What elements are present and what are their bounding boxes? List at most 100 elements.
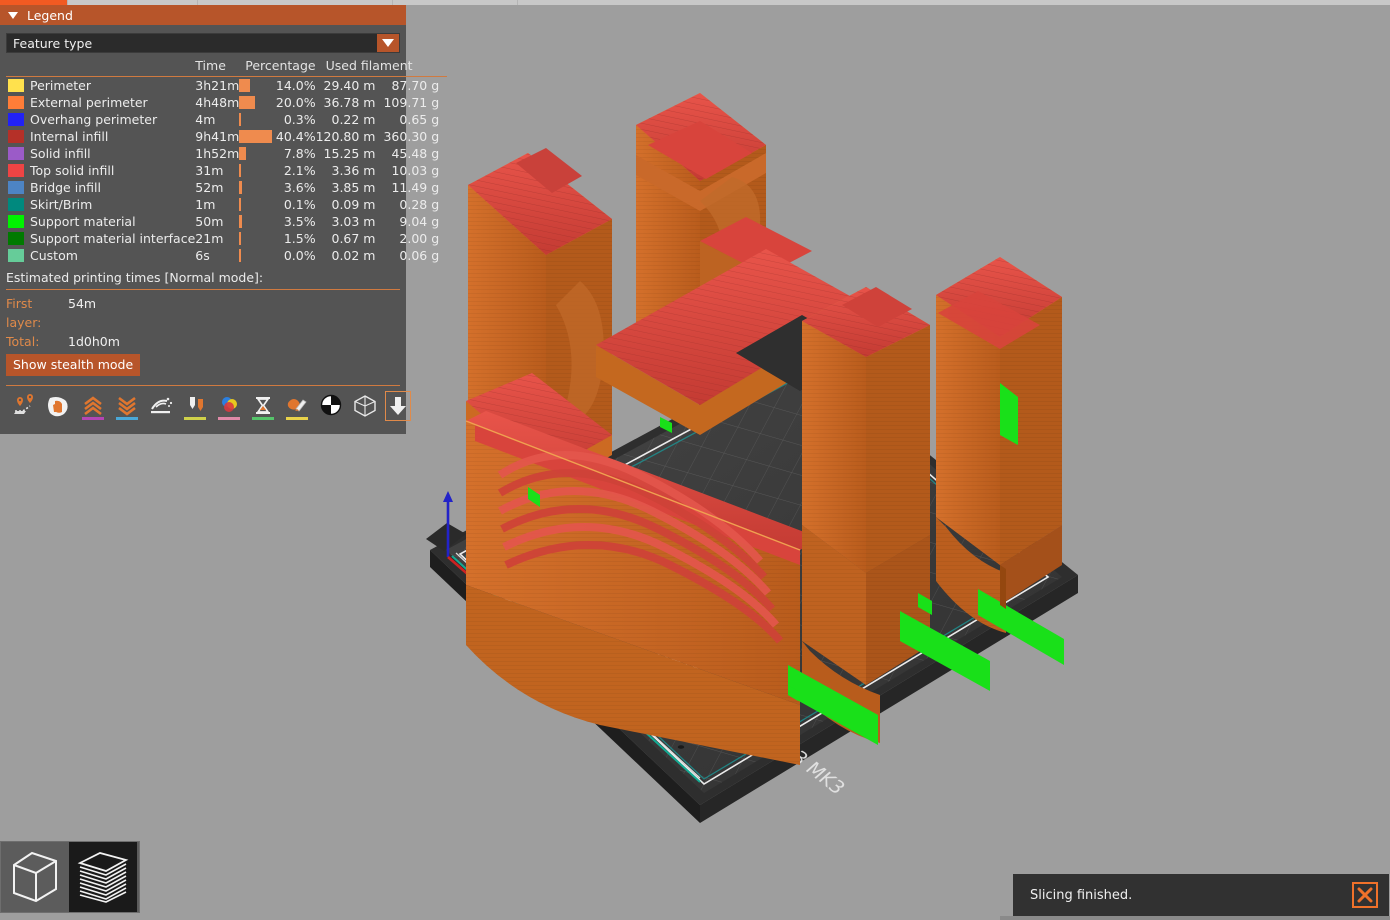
feature-time: 31m: [195, 163, 224, 178]
feature-time: 4m: [195, 112, 216, 127]
tool-changes-underline: [184, 417, 206, 420]
feature-percent-bar: [239, 94, 273, 111]
col-color: [6, 57, 24, 77]
travel-paths-icon[interactable]: [12, 392, 38, 420]
percent-bar-fill: [239, 79, 251, 92]
feature-percent-bar: [239, 162, 273, 179]
feature-time: 50m: [195, 214, 224, 229]
feature-percent-bar: [239, 213, 273, 230]
feature-label: Overhang perimeter: [30, 112, 158, 127]
feature-length: 36.78 m: [323, 95, 376, 110]
feature-weight: 2.00 g: [399, 231, 440, 246]
extrusions-up-underline: [82, 417, 104, 420]
feature-length: 0.22 m: [331, 112, 376, 127]
chevron-down-icon[interactable]: [377, 34, 399, 52]
feature-weight: 0.06 g: [399, 248, 440, 263]
shells-icon[interactable]: [148, 392, 174, 420]
legend-row[interactable]: Solid infill 1h52m 7.8% 15.25 m 45.48 g: [6, 145, 447, 162]
legend-row[interactable]: Support material 50m 3.5% 3.03 m 9.04 g: [6, 213, 447, 230]
feature-percent: 2.1%: [283, 163, 316, 178]
legend-row[interactable]: Support material interface 21m 1.5% 0.67 m 2…: [6, 230, 447, 247]
feature-percent-bar: [239, 196, 273, 213]
custom-gcodes-icon[interactable]: [284, 392, 310, 420]
feature-time: 3h21m: [195, 78, 240, 93]
feature-label: Perimeter: [30, 78, 91, 93]
legend-row[interactable]: Top solid infill 31m 2.1% 3.36 m 10.03 g: [6, 162, 447, 179]
view-type-value: Feature type: [13, 35, 93, 51]
tower-center-right: [802, 287, 930, 573]
feature-length: 29.40 m: [323, 78, 376, 93]
feature-percent: 0.0%: [283, 248, 316, 263]
feature-weight: 0.65 g: [399, 112, 440, 127]
feature-color-swatch: [6, 94, 24, 111]
feature-weight: 109.71 g: [383, 95, 440, 110]
feature-percent: 0.3%: [283, 112, 316, 127]
color-chip: [8, 96, 24, 109]
feature-length: 3.36 m: [331, 163, 376, 178]
retractions-icon[interactable]: [46, 392, 72, 420]
first-layer-row: First layer: 54m: [6, 294, 400, 332]
percent-bar-fill: [239, 215, 243, 228]
col-time: Time: [195, 58, 226, 73]
preview-view-button[interactable]: [69, 842, 137, 912]
feature-length: 0.67 m: [331, 231, 376, 246]
legend-header[interactable]: Legend: [0, 5, 406, 25]
percent-bar-fill: [239, 164, 242, 177]
col-used-filament: Used filament: [325, 58, 413, 73]
legend-row[interactable]: External perimeter 4h48m 20.0% 36.78 m 109.7…: [6, 94, 447, 111]
extrusions-up-icon[interactable]: [80, 392, 106, 420]
legend-row[interactable]: Custom 6s 0.0% 0.02 m 0.06 g: [6, 247, 447, 264]
close-x-icon[interactable]: [1352, 882, 1378, 908]
col-percentage: Percentage: [245, 58, 316, 73]
feature-percent: 40.4%: [275, 129, 316, 144]
feature-percent-bar: [239, 179, 273, 196]
color-chip: [8, 198, 24, 211]
view-type-select[interactable]: Feature type: [6, 33, 400, 53]
color-chip: [8, 215, 24, 228]
total-value: 1d0h0m: [68, 334, 120, 349]
legend-row[interactable]: Overhang perimeter 4m 0.3% 0.22 m 0.65 g: [6, 111, 447, 128]
feature-color-swatch: [6, 111, 24, 128]
feature-weight: 360.30 g: [383, 129, 440, 144]
feature-percent: 3.6%: [283, 180, 316, 195]
feature-percent-bar: [239, 77, 273, 95]
feature-color-swatch: [6, 128, 24, 145]
color-changes-icon[interactable]: [216, 392, 242, 420]
legend-rows: Perimeter 3h21m 14.0% 29.40 m 87.70 g Externa…: [6, 77, 447, 265]
legend-row[interactable]: Skirt/Brim 1m 0.1% 0.09 m 0.28 g: [6, 196, 447, 213]
feature-length: 0.09 m: [331, 197, 376, 212]
wireframe-cube-icon[interactable]: [352, 392, 378, 420]
triangle-down-icon[interactable]: [8, 11, 18, 19]
feature-length: 3.03 m: [331, 214, 376, 229]
color-chip: [8, 181, 24, 194]
percent-bar-fill: [239, 232, 242, 245]
feature-percent: 7.8%: [283, 146, 316, 161]
feature-label: Solid infill: [30, 146, 91, 161]
extrusions-down-icon[interactable]: [114, 392, 140, 420]
shells-contrast-icon[interactable]: [318, 392, 344, 420]
percent-bar-fill: [239, 249, 242, 262]
legend-row[interactable]: Bridge infill 52m 3.6% 3.85 m 11.49 g: [6, 179, 447, 196]
feature-time: 1m: [195, 197, 216, 212]
3d-editor-view-button[interactable]: [1, 842, 69, 912]
legend-title-text: Legend: [27, 7, 73, 23]
extrusions-down-underline: [116, 417, 138, 420]
color-chip: [8, 164, 24, 177]
feature-color-swatch: [6, 145, 24, 162]
legend-row[interactable]: Perimeter 3h21m 14.0% 29.40 m 87.70 g: [6, 77, 447, 95]
feature-weight: 45.48 g: [391, 146, 440, 161]
sequential-slider-icon[interactable]: [385, 391, 411, 421]
tool-changes-icon[interactable]: [182, 392, 208, 420]
legend-row[interactable]: Internal infill 9h41m 40.4% 120.80 m 360.30 …: [6, 128, 447, 145]
feature-percent-bar: [239, 247, 273, 264]
feature-length: 0.02 m: [331, 248, 376, 263]
color-changes-underline: [218, 417, 240, 420]
feature-percent: 1.5%: [283, 231, 316, 246]
show-stealth-mode-button[interactable]: Show stealth mode: [6, 354, 141, 376]
pause-prints-icon[interactable]: [250, 392, 276, 420]
feature-label: Skirt/Brim: [30, 197, 93, 212]
feature-color-swatch: [6, 230, 24, 247]
feature-color-swatch: [6, 179, 24, 196]
feature-weight: 87.70 g: [391, 78, 440, 93]
feature-time: 52m: [195, 180, 224, 195]
